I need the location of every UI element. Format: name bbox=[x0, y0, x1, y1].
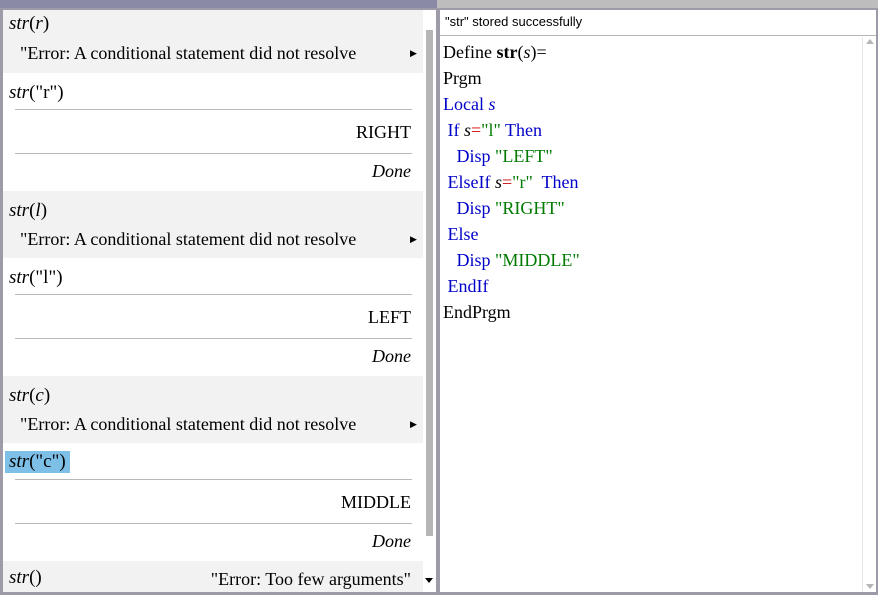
function-argument: l bbox=[35, 200, 41, 221]
code-line[interactable]: Define str(s)= bbox=[443, 39, 580, 65]
function-name: str bbox=[9, 82, 30, 103]
string-literal: "r" bbox=[512, 172, 533, 192]
history-entry[interactable]: str("l") LEFT Done bbox=[3, 258, 423, 376]
keyword: Then bbox=[500, 120, 543, 140]
left-pane-title-bar bbox=[0, 0, 437, 8]
function-name: str bbox=[9, 567, 30, 588]
divider bbox=[15, 523, 412, 524]
code-line[interactable]: Disp "RIGHT" bbox=[443, 195, 580, 221]
history-scrollbar[interactable] bbox=[423, 10, 436, 592]
scroll-up-arrow-icon[interactable] bbox=[866, 39, 874, 44]
entry-result[interactable]: "Error: A conditional statement did not … bbox=[20, 229, 416, 250]
scroll-down-arrow-icon[interactable] bbox=[425, 578, 433, 583]
code-line[interactable]: EndIf bbox=[443, 273, 580, 299]
overflow-arrow-icon: ▶ bbox=[410, 48, 417, 58]
keyword: If bbox=[447, 120, 464, 140]
status-message: "str" stored successfully bbox=[445, 14, 583, 29]
entry-expression[interactable]: str("r") bbox=[9, 82, 64, 104]
entry-expression[interactable]: str() bbox=[9, 567, 42, 589]
entry-expression[interactable]: str(r) bbox=[9, 13, 49, 35]
string-literal: "MIDDLE" bbox=[495, 250, 580, 270]
operator: = bbox=[471, 120, 482, 140]
keyword: Prgm bbox=[443, 68, 482, 88]
divider bbox=[15, 479, 412, 480]
entry-expression[interactable]: str(c) bbox=[9, 385, 50, 407]
keyword: Else bbox=[447, 224, 479, 244]
function-name: str bbox=[9, 200, 30, 221]
divider bbox=[15, 153, 412, 154]
code-line[interactable]: Prgm bbox=[443, 65, 580, 91]
status-bar: "str" stored successfully bbox=[440, 10, 876, 36]
function-name: str bbox=[9, 451, 30, 472]
entry-result[interactable]: "Error: Too few arguments" bbox=[211, 569, 411, 590]
keyword: Disp bbox=[456, 146, 496, 166]
code-line[interactable]: EndPrgm bbox=[443, 299, 580, 325]
divider bbox=[15, 338, 412, 339]
function-name: str bbox=[9, 13, 30, 34]
history-entry[interactable]: str(r) "Error: A conditional statement d… bbox=[3, 10, 423, 73]
divider bbox=[15, 109, 412, 110]
overflow-arrow-icon: ▶ bbox=[410, 419, 417, 429]
code-line[interactable]: Local s bbox=[443, 91, 580, 117]
operator: = bbox=[502, 172, 513, 192]
keyword: Define bbox=[443, 42, 497, 62]
keyword: ElseIf bbox=[447, 172, 495, 192]
code-line[interactable]: Else bbox=[443, 221, 580, 247]
history-entry-selected[interactable]: str("c") MIDDLE Done bbox=[3, 443, 423, 561]
history-entry[interactable]: str(l) "Error: A conditional statement d… bbox=[3, 191, 423, 258]
function-argument: c bbox=[35, 385, 44, 406]
right-pane-title-bar bbox=[437, 0, 878, 8]
program-name: str bbox=[496, 42, 518, 62]
program-editor[interactable]: "str" stored successfully Define str(s)=… bbox=[440, 10, 876, 592]
history-entry[interactable]: str("r") RIGHT Done bbox=[3, 73, 423, 191]
editor-scrollbar[interactable] bbox=[862, 37, 876, 592]
variable: s bbox=[488, 94, 496, 114]
entry-result[interactable]: "Error: A conditional statement did not … bbox=[20, 414, 416, 435]
keyword: Disp bbox=[456, 198, 496, 218]
entry-expression-selected[interactable]: str("c") bbox=[5, 451, 70, 473]
code-line[interactable]: If s="l" Then bbox=[443, 117, 580, 143]
function-name: str bbox=[9, 267, 30, 288]
entry-expression[interactable]: str(l) bbox=[9, 200, 47, 222]
history-entry[interactable]: str(c) "Error: A conditional statement d… bbox=[3, 376, 423, 443]
function-argument: "r" bbox=[35, 82, 58, 103]
entry-output[interactable]: LEFT bbox=[368, 307, 411, 328]
function-name: str bbox=[9, 385, 30, 406]
operator: = bbox=[536, 42, 547, 62]
code-area[interactable]: Define str(s)= Prgm Local s If s="l" The… bbox=[443, 39, 580, 325]
string-literal: "RIGHT" bbox=[495, 198, 565, 218]
keyword: EndPrgm bbox=[443, 302, 511, 322]
keyword: EndIf bbox=[447, 276, 489, 296]
code-line[interactable]: Disp "LEFT" bbox=[443, 143, 580, 169]
calculator-history[interactable]: str(r) "Error: A conditional statement d… bbox=[3, 10, 436, 592]
variable: s bbox=[494, 172, 502, 192]
entry-expression[interactable]: str("l") bbox=[9, 267, 63, 289]
string-literal: "l" bbox=[481, 120, 501, 140]
entry-output[interactable]: RIGHT bbox=[356, 122, 411, 143]
code-line[interactable]: Disp "MIDDLE" bbox=[443, 247, 580, 273]
function-argument: r bbox=[35, 13, 43, 34]
function-argument: "c" bbox=[35, 451, 60, 472]
entry-result[interactable]: Done bbox=[372, 531, 411, 552]
parameter: s bbox=[523, 42, 531, 62]
function-argument: "l" bbox=[35, 267, 57, 288]
entry-result[interactable]: "Error: A conditional statement did not … bbox=[20, 43, 416, 64]
keyword: Then bbox=[532, 172, 579, 192]
history-entry[interactable]: str() "Error: Too few arguments" bbox=[3, 561, 423, 592]
divider bbox=[15, 294, 412, 295]
keyword: Disp bbox=[456, 250, 496, 270]
code-line[interactable]: ElseIf s="r" Then bbox=[443, 169, 580, 195]
keyword: Local bbox=[443, 94, 489, 114]
scrollbar-thumb[interactable] bbox=[426, 30, 433, 536]
entry-result[interactable]: Done bbox=[372, 161, 411, 182]
entry-output[interactable]: MIDDLE bbox=[341, 492, 411, 513]
string-literal: "LEFT" bbox=[495, 146, 553, 166]
entry-result[interactable]: Done bbox=[372, 346, 411, 367]
overflow-arrow-icon: ▶ bbox=[410, 234, 417, 244]
variable: s bbox=[464, 120, 472, 140]
scroll-down-arrow-icon[interactable] bbox=[866, 584, 874, 589]
